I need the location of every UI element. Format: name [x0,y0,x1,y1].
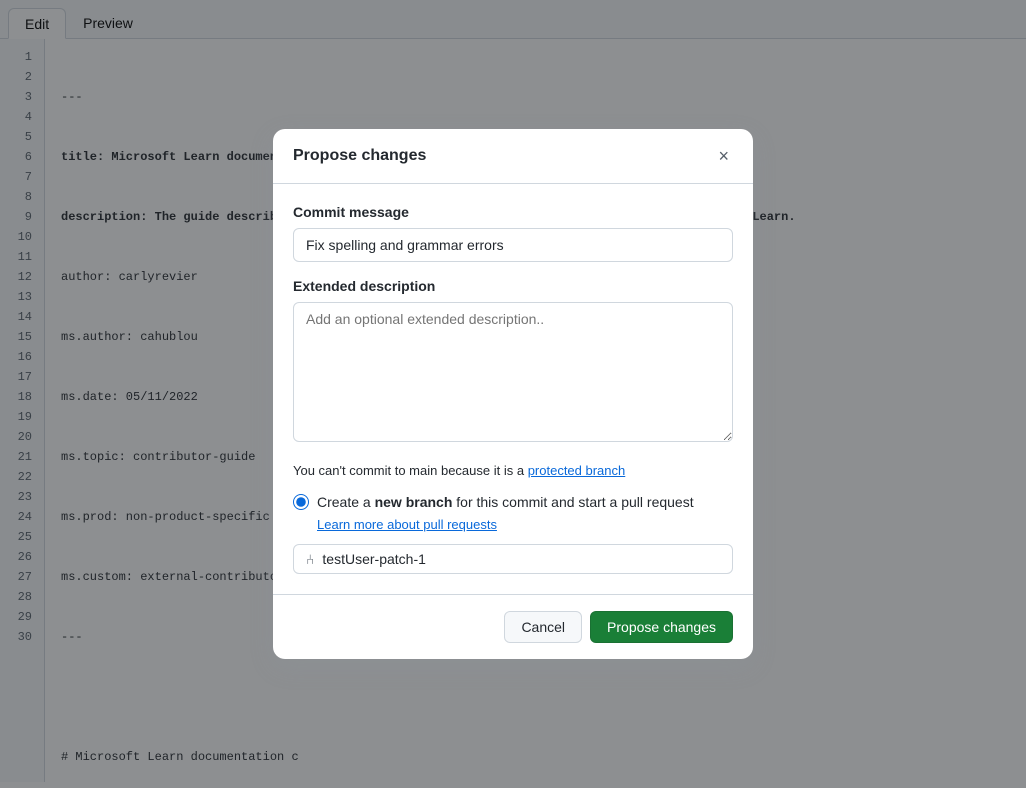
notice-prefix-text: You can't commit to main because it is a [293,463,528,478]
commit-message-input[interactable] [293,228,733,262]
protected-branch-notice: You can't commit to main because it is a… [293,461,733,481]
new-branch-label: Create a new branch for this commit and … [317,492,694,513]
propose-changes-modal: Propose changes × Commit message Extende… [273,129,753,660]
new-branch-radio-option: Create a new branch for this commit and … [293,492,733,513]
branch-name-input[interactable] [322,551,720,567]
protected-branch-link[interactable]: protected branch [528,463,626,478]
propose-changes-button[interactable]: Propose changes [590,611,733,643]
new-branch-radio[interactable] [293,494,309,510]
editor-area: Edit Preview 12345 678910 1112131415 161… [0,0,1026,788]
modal-footer: Cancel Propose changes [273,594,753,659]
extended-description-label: Extended description [293,278,733,294]
modal-header: Propose changes × [273,129,753,184]
modal-body: Commit message Extended description You … [273,184,753,595]
modal-close-button[interactable]: × [714,145,733,167]
branch-icon: ⑃ [306,551,314,567]
commit-message-group: Commit message [293,204,733,262]
commit-message-label: Commit message [293,204,733,220]
modal-overlay: Propose changes × Commit message Extende… [0,0,1026,788]
extended-description-textarea[interactable] [293,302,733,442]
branch-name-wrapper: ⑃ [293,544,733,574]
cancel-button[interactable]: Cancel [504,611,582,643]
learn-more-link[interactable]: Learn more about pull requests [317,517,733,532]
extended-description-group: Extended description [293,278,733,445]
modal-title: Propose changes [293,147,426,165]
